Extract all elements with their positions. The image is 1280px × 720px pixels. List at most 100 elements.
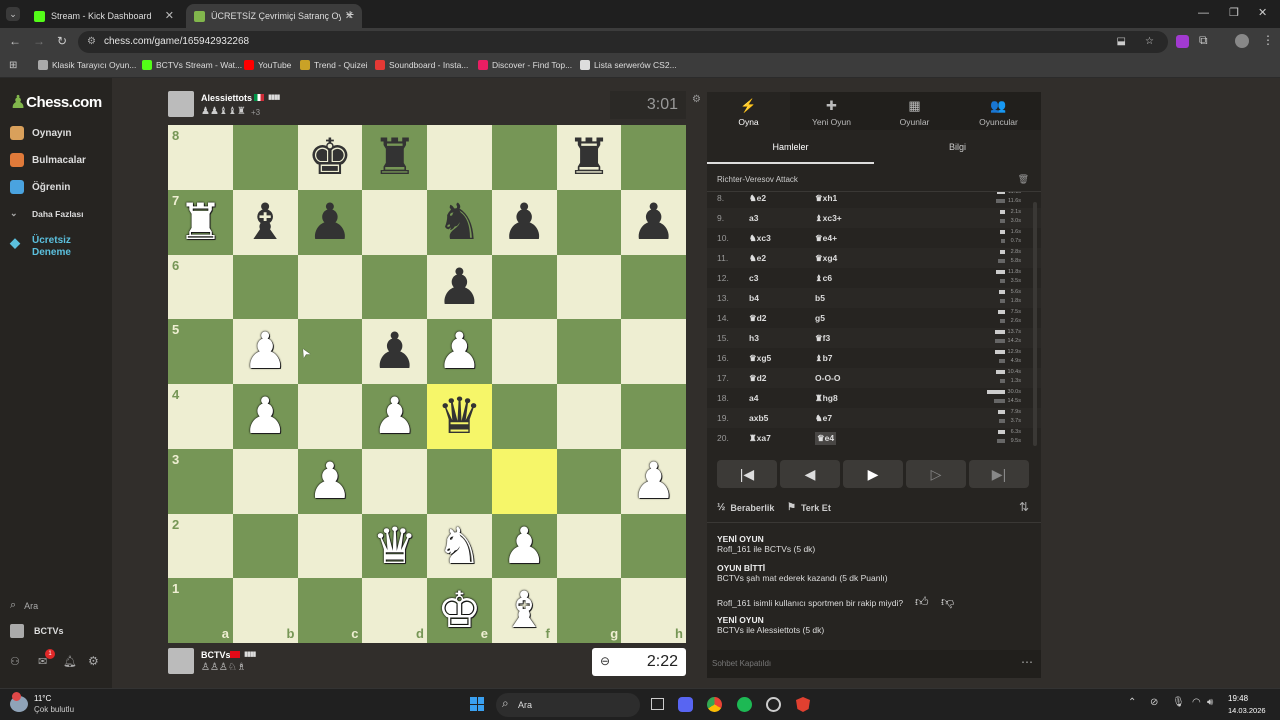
back-icon[interactable]: ← <box>9 34 21 48</box>
square-h5[interactable] <box>621 319 686 384</box>
url-field[interactable]: ⚙ chess.com/game/165942932268 ⬓ ☆ <box>78 31 1168 53</box>
square-g2[interactable] <box>556 513 622 579</box>
brave-icon[interactable] <box>796 697 810 712</box>
new-tab-button[interactable]: + <box>346 6 354 22</box>
bookmark-4[interactable]: Soundboard - Insta... <box>375 60 468 70</box>
chat-options-icon[interactable]: ⋯ <box>1021 655 1033 669</box>
sidebar-user[interactable]: BCTVs <box>10 624 64 638</box>
white-move[interactable]: b4 <box>749 293 759 303</box>
square-g3[interactable] <box>556 448 622 514</box>
square-e8[interactable] <box>427 125 492 190</box>
black-knight-e7[interactable]: ♞ <box>427 190 492 255</box>
black-bishop-b7[interactable]: ♝ <box>233 190 298 255</box>
square-b6[interactable] <box>232 254 298 320</box>
top-player-avatar[interactable] <box>168 91 194 117</box>
white-move[interactable]: ♞xc3 <box>749 233 771 244</box>
microphone-icon[interactable]: 🎙︎ <box>1172 697 1185 708</box>
black-move[interactable]: ♛xg4 <box>815 253 837 264</box>
square-b2[interactable] <box>232 513 298 579</box>
trash-icon[interactable]: 🗑︎ <box>1018 174 1029 185</box>
tab-search-button[interactable]: ⌄ <box>6 7 20 21</box>
weather-desc[interactable]: Çok bulutlu <box>34 705 74 714</box>
square-f4[interactable] <box>491 384 557 449</box>
square-d6[interactable] <box>362 254 427 320</box>
white-rook-a7[interactable]: ♜ <box>168 190 233 255</box>
square-g4[interactable] <box>556 384 622 449</box>
black-move[interactable]: ♛e4 <box>815 432 837 445</box>
tab-players[interactable]: 👥 Oyuncular <box>956 92 1041 130</box>
black-rook-d8[interactable]: ♜ <box>362 125 427 190</box>
white-move[interactable]: a4 <box>749 393 758 403</box>
white-move[interactable]: ♞e2 <box>749 253 766 264</box>
white-king-e1[interactable]: ♚ <box>427 578 492 643</box>
draw-button[interactable]: ½ Beraberlik <box>717 502 774 513</box>
minimize-button[interactable]: — <box>1198 7 1209 19</box>
white-pawn-d4[interactable]: ♟ <box>362 384 427 449</box>
white-move[interactable]: axb5 <box>749 413 768 423</box>
square-d7[interactable] <box>362 189 427 255</box>
white-pawn-b4[interactable]: ♟ <box>233 384 298 449</box>
resign-button[interactable]: ⚑ Terk Et <box>787 502 831 513</box>
site-info-icon[interactable]: ⚙ <box>87 31 96 53</box>
tab-kick-dashboard[interactable]: Stream - Kick Dashboard ✕ <box>26 4 182 28</box>
tab-chess-game[interactable]: ÜCRETSİZ Çevrimiçi Satranç Oy ✕ <box>186 4 362 28</box>
chess-board[interactable]: 8 7 6 5 4 3 2 1 a b c d e f g h ♚ ♜ ♜ ♜ ♝ ♟ ♞ ♟ ♟ ♟ ♟ ♟ ♟ ♟ ♟ ♛ ♟ ♟ ♛ ♞ ♟ ♚ ♝ ➤ <box>168 125 686 643</box>
black-move[interactable]: O-O-O <box>815 373 841 383</box>
steam-icon[interactable] <box>766 697 781 712</box>
black-pawn-f7[interactable]: ♟ <box>492 190 557 255</box>
white-bishop-f1[interactable]: ♝ <box>492 578 557 643</box>
profile-avatar[interactable] <box>1235 34 1249 48</box>
square-g7[interactable] <box>556 189 622 255</box>
square-f5[interactable] <box>491 319 557 384</box>
tray-app-icon[interactable]: ⊘ <box>1150 697 1158 708</box>
square-e3[interactable] <box>427 448 492 514</box>
black-pawn-d5[interactable]: ♟ <box>362 319 427 384</box>
white-move[interactable]: a3 <box>749 213 758 223</box>
friends-icon[interactable]: ⚇ <box>10 655 20 668</box>
maximize-button[interactable]: ❐ <box>1229 6 1239 19</box>
install-icon[interactable]: ⬓ <box>1117 31 1126 53</box>
menu-kebab-icon[interactable]: ⋮ <box>1262 33 1274 47</box>
black-pawn-e6[interactable]: ♟ <box>427 255 492 320</box>
black-move[interactable]: ♜hg8 <box>815 393 838 404</box>
black-pawn-c7[interactable]: ♟ <box>298 190 363 255</box>
close-window-button[interactable]: ✕ <box>1258 6 1267 19</box>
move-list-scrollbar[interactable] <box>1033 202 1037 446</box>
white-pawn-c3[interactable]: ♟ <box>298 449 363 514</box>
white-move[interactable]: ♜xa7 <box>749 433 771 444</box>
black-rook-g8[interactable]: ♜ <box>557 125 622 190</box>
thumbs-up-icon[interactable]: 👍︎ <box>915 594 929 610</box>
white-move[interactable]: c3 <box>749 273 758 283</box>
tab-games[interactable]: ▦ Oyunlar <box>873 92 956 130</box>
board-settings-gear-icon[interactable]: ⚙ <box>692 94 701 105</box>
tray-chevron-icon[interactable]: ⌃ <box>1128 697 1136 708</box>
sidebar-item-puzzles[interactable]: Bulmacalar <box>10 153 86 167</box>
settings-gear-icon[interactable]: ⚙ <box>88 654 99 668</box>
bottom-player-name[interactable]: BCTVs <box>201 650 231 660</box>
windows-start-icon[interactable] <box>470 697 484 711</box>
clock-time[interactable]: 19:48 <box>1228 694 1248 703</box>
volume-icon[interactable]: 🔊︎ <box>1207 697 1213 708</box>
black-move[interactable]: ♛xh1 <box>815 193 837 204</box>
subtab-moves[interactable]: Hamleler <box>707 130 874 164</box>
sidebar-item-more[interactable]: ⌄ Daha Fazlası <box>10 208 84 219</box>
white-pawn-b5[interactable]: ♟ <box>233 319 298 384</box>
black-move[interactable]: ♛f3 <box>815 333 830 344</box>
flip-board-icon[interactable]: ⇅ <box>1019 500 1029 514</box>
bookmark-0[interactable]: Klasik Tarayıcı Oyun... <box>38 60 136 70</box>
discord-icon[interactable] <box>678 697 693 712</box>
white-pawn-h3[interactable]: ♟ <box>621 449 686 514</box>
weather-temp[interactable]: 11°C <box>34 694 51 703</box>
first-move-button[interactable]: |◀ <box>717 460 777 488</box>
square-h8[interactable] <box>621 125 686 190</box>
white-move[interactable]: ♛xg5 <box>749 353 771 364</box>
bookmark-5[interactable]: Discover - Find Top... <box>478 60 572 70</box>
apps-grid-icon[interactable]: ⊞ <box>9 60 17 71</box>
square-g5[interactable] <box>556 319 622 384</box>
square-c6[interactable] <box>297 254 363 320</box>
square-g6[interactable] <box>556 254 622 320</box>
white-move[interactable]: ♞e2 <box>749 193 766 204</box>
square-h4[interactable] <box>621 384 686 449</box>
square-c2[interactable] <box>297 513 363 579</box>
white-move[interactable]: h3 <box>749 333 759 343</box>
